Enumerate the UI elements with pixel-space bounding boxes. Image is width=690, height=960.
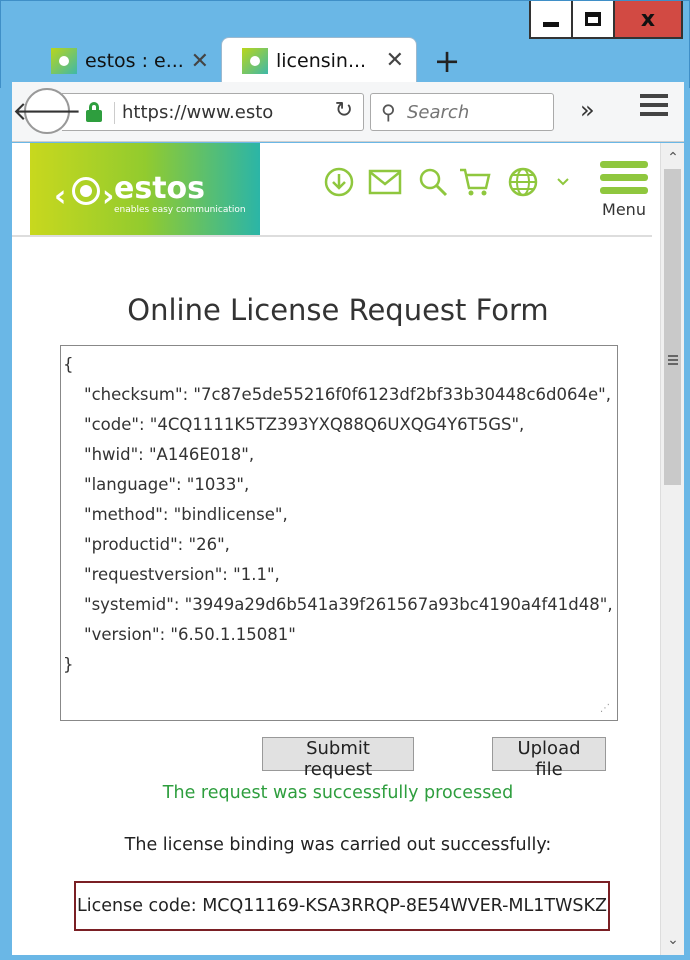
navigation-toolbar: https://www.esto ↻ 🡐 ⚲ » bbox=[12, 82, 684, 142]
tab-title: estos : e... bbox=[85, 50, 183, 72]
browser-titlebar: x estos : e... ✕ licensin... ✕ + bbox=[0, 0, 690, 88]
reload-icon[interactable]: ↻ bbox=[335, 98, 353, 123]
estos-favicon-icon bbox=[242, 47, 268, 74]
window-controls: x bbox=[529, 1, 683, 39]
binding-message: The license binding was carried out succ… bbox=[124, 835, 552, 855]
license-request-json-input[interactable]: { "checksum": "7c87e5de55216f0f6123df2bf… bbox=[60, 345, 618, 721]
resize-grip-icon[interactable]: ⋰ bbox=[600, 703, 610, 714]
url-bar[interactable]: https://www.esto ↻ bbox=[62, 93, 364, 131]
site-header: ‹ › estos enables easy communication Men… bbox=[12, 143, 652, 237]
close-tab-icon[interactable]: ✕ bbox=[191, 49, 209, 74]
url-text[interactable]: https://www.esto bbox=[122, 102, 310, 123]
estos-favicon-icon bbox=[51, 48, 77, 74]
menu-label: Menu bbox=[602, 200, 646, 219]
download-icon[interactable] bbox=[322, 165, 356, 199]
back-button[interactable]: 🡐 bbox=[12, 88, 82, 134]
submit-request-button[interactable]: Submit request bbox=[262, 737, 414, 780]
logo-circle-icon bbox=[72, 177, 100, 205]
license-code-text: License code: MCQ11169-KSA3RRQP-8E54WVER… bbox=[77, 896, 607, 916]
logo-chevron-left-icon: ‹ bbox=[54, 179, 67, 214]
scroll-down-icon[interactable]: ⌄ bbox=[661, 929, 684, 951]
estos-logo[interactable]: ‹ › estos enables easy communication bbox=[30, 143, 260, 235]
chevron-down-icon[interactable] bbox=[546, 165, 580, 199]
upload-file-button[interactable]: Upload file bbox=[492, 737, 606, 780]
cart-icon[interactable] bbox=[458, 165, 492, 199]
status-message: The request was successfully processed bbox=[162, 783, 514, 803]
close-tab-icon[interactable]: ✕ bbox=[386, 48, 404, 73]
vertical-scrollbar[interactable]: ⌃ ⌄ bbox=[660, 143, 684, 955]
maximize-button[interactable] bbox=[571, 1, 615, 39]
search-icon: ⚲ bbox=[381, 100, 396, 124]
minimize-button[interactable] bbox=[529, 1, 573, 39]
scrollbar-thumb[interactable] bbox=[664, 169, 681, 485]
new-tab-button[interactable]: + bbox=[425, 39, 469, 83]
mail-icon[interactable] bbox=[368, 165, 402, 199]
menu-icon bbox=[600, 161, 648, 168]
scroll-up-icon[interactable]: ⌃ bbox=[661, 147, 684, 169]
logo-tagline: enables easy communication bbox=[114, 205, 246, 215]
tab-estos[interactable]: estos : e... ✕ bbox=[31, 39, 221, 83]
search-box[interactable]: ⚲ bbox=[370, 93, 554, 131]
globe-icon[interactable] bbox=[506, 165, 540, 199]
search-icon[interactable] bbox=[416, 165, 450, 199]
license-code-box: License code: MCQ11169-KSA3RRQP-8E54WVER… bbox=[74, 881, 610, 931]
close-window-button[interactable]: x bbox=[613, 1, 683, 39]
tab-title: licensin... bbox=[276, 49, 367, 72]
back-arrow-icon: 🡐 bbox=[12, 96, 82, 127]
tab-licensing[interactable]: licensin... ✕ bbox=[221, 37, 417, 83]
minimize-icon bbox=[543, 21, 559, 27]
close-icon: x bbox=[640, 6, 656, 32]
page-title: Online License Request Form bbox=[127, 293, 549, 327]
scroll-grip-icon bbox=[668, 355, 678, 367]
url-divider bbox=[114, 102, 115, 124]
site-menu-button[interactable]: Menu bbox=[596, 161, 652, 219]
toolbar-overflow-icon[interactable]: » bbox=[580, 96, 595, 124]
search-input[interactable] bbox=[407, 98, 547, 126]
logo-name: estos bbox=[114, 171, 206, 206]
maximize-icon bbox=[585, 12, 601, 26]
tab-strip: estos : e... ✕ licensin... ✕ + bbox=[31, 37, 469, 83]
hamburger-menu-icon[interactable] bbox=[640, 94, 668, 121]
page-viewport: ‹ › estos enables easy communication Men… bbox=[12, 143, 684, 955]
logo-chevron-right-icon: › bbox=[102, 179, 115, 214]
lock-icon[interactable] bbox=[86, 102, 102, 122]
